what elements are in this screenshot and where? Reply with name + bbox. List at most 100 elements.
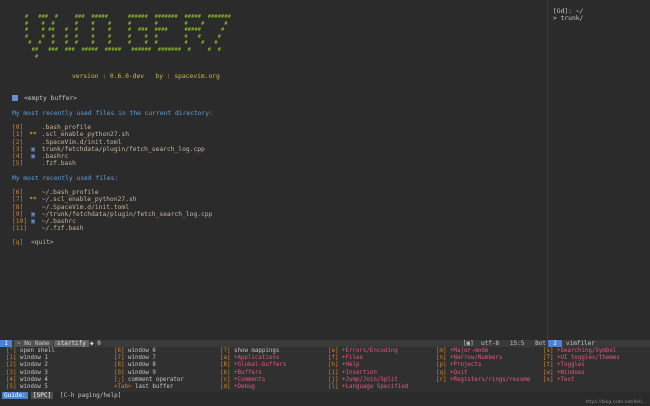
guide-item[interactable]: ["] open shell — [6, 348, 55, 355]
empty-buffer-label: <empty buffer> — [24, 95, 78, 102]
guide-item[interactable]: [9] window 9 — [114, 370, 184, 377]
guide-description: comment operator — [127, 376, 184, 383]
file-entry[interactable]: [2] .SpaceVim.d/init.toml — [12, 139, 205, 146]
file-type-icon: ** — [29, 196, 37, 204]
guide-description: window 3 — [19, 369, 48, 376]
guide-column: [?] show mappings [a] +Applications [B] +G… — [220, 348, 286, 391]
guide-key: [7] — [114, 355, 125, 362]
guide-description: window 1 — [19, 355, 48, 362]
guide-description: +Windows — [556, 369, 585, 376]
file-path: .fzf.bash — [41, 160, 76, 168]
file-info: [▣] utf-8 15:5 Bot — [462, 340, 546, 347]
file-path: .scl_enable_python27.sh — [41, 131, 129, 139]
guide-item[interactable]: [x] +Text — [543, 377, 620, 384]
guide-description: +Help — [341, 362, 360, 369]
guide-leader-key: [SPC] — [31, 392, 54, 399]
guide-item[interactable]: [b] +Buffers — [220, 370, 286, 377]
guide-item[interactable]: [1] window 1 — [6, 355, 55, 362]
guide-item[interactable]: [3] window 3 — [6, 370, 55, 377]
file-entry[interactable]: [0] .bash_profile — [12, 124, 205, 131]
file-entry[interactable]: [8] ~/.SpaceVim.d/init.toml — [12, 204, 212, 211]
empty-buffer-entry[interactable]: <empty buffer> — [12, 95, 77, 102]
guide-key: [6] — [114, 348, 125, 354]
guide-key: ["] — [6, 348, 17, 354]
file-entry[interactable]: [10] ▣ ~/.bashrc — [12, 218, 212, 225]
file-path: ~/.SpaceVim.d/init.toml — [41, 203, 129, 211]
file-path: ~/.bashrc — [41, 218, 76, 225]
file-entry[interactable]: [4] ▣ .bashrc — [12, 153, 205, 160]
guide-key: [T] — [543, 355, 554, 362]
guide-item[interactable]: [e] +Errors/Encoding — [328, 348, 408, 355]
guide-column: [6] window 6 [7] window 7 [8] window 8 [9] … — [114, 348, 184, 391]
guide-item[interactable]: [w] +Windows — [543, 370, 620, 377]
guide-item[interactable]: [t] +Toggles — [543, 362, 620, 369]
dir-files-list: [0] .bash_profile [1] ** .scl_enable_pytho… — [12, 124, 205, 168]
dir-files-header: My most recently used files in the curre… — [12, 110, 213, 117]
guide-description: +Projects — [449, 362, 482, 369]
file-path: ~/.scl_enable_python27.sh — [41, 196, 137, 204]
guide-item[interactable]: [s] +Searching/Symbol — [543, 348, 620, 355]
file-path: trunk/fetchdata/plugin/fetch_search_log.… — [41, 145, 205, 153]
guide-item[interactable]: [7] window 7 — [114, 355, 184, 362]
guide-item[interactable]: [f] +Files — [328, 355, 408, 362]
guide-item[interactable]: [5] window 5 — [6, 384, 55, 391]
guide-item[interactable]: [6] window 6 — [114, 348, 184, 355]
guide-description: window 6 — [127, 348, 156, 354]
guide-item[interactable]: [?] show mappings — [220, 348, 286, 355]
guide-item[interactable]: [r] +Registers/rings/resume — [436, 377, 530, 384]
guide-item[interactable]: [2] window 2 — [6, 362, 55, 369]
vimfiler-window-number: 2 — [548, 340, 562, 347]
guide-key: [3] — [6, 369, 17, 376]
guide-item[interactable]: [;] comment operator — [114, 377, 184, 384]
file-path: .bashrc — [41, 153, 69, 160]
file-entry[interactable]: [1] ** .scl_enable_python27.sh — [12, 131, 205, 138]
guide-item[interactable]: [q] +Quit — [436, 370, 530, 377]
guide-item[interactable]: [B] +Global-buffers — [220, 362, 286, 369]
guide-item[interactable]: [p] +Projects — [436, 362, 530, 369]
file-entry[interactable]: [5] .fzf.bash — [12, 160, 205, 167]
guide-column: ["] open shell [1] window 1 [2] window 2 [3… — [6, 348, 55, 391]
file-entry[interactable]: [3] ▣ trunk/fetchdata/plugin/fetch_search… — [12, 146, 205, 153]
file-entry[interactable]: [7] ** ~/.scl_enable_python27.sh — [12, 196, 212, 203]
guide-key: [l] — [328, 383, 339, 390]
guide-key: [m] — [436, 348, 447, 354]
guide-key: [d] — [220, 383, 231, 390]
terminal-window: # ### # ### ##### ###### ####### ##### #… — [0, 0, 650, 406]
guide-description: +Narrow/Numbers — [449, 355, 503, 362]
guide-description: +Comments — [233, 376, 266, 383]
guide-description: window 9 — [127, 369, 156, 376]
file-entry[interactable]: [11] ~/.fzf.bash — [12, 225, 212, 232]
quit-entry[interactable]: [q] <quit> — [12, 239, 54, 246]
guide-key: [?] — [220, 348, 231, 354]
guide-item[interactable]: [j] +Jump/Join/Split — [328, 377, 408, 384]
file-entry[interactable]: [9] ▣ ~/trunk/fetchdata/plugin/fetch_sear… — [12, 211, 212, 218]
guide-description: +Errors/Encoding — [341, 348, 398, 354]
guide-item[interactable]: [4] window 4 — [6, 377, 55, 384]
file-type-icon: ▣ — [31, 210, 35, 218]
guide-item[interactable]: [a] +Applications — [220, 355, 286, 362]
guide-key: [1] — [6, 355, 17, 362]
guide-description: window 8 — [127, 362, 156, 369]
guide-item[interactable]: [m] +Major-mode — [436, 348, 530, 355]
guide-item[interactable]: [d] +Debug — [220, 384, 286, 391]
guide-description: +Applications — [233, 355, 280, 362]
vimfiler-path: [Gd]: ~/ — [553, 8, 584, 15]
file-type-icon: ▣ — [31, 145, 35, 153]
guide-item[interactable]: [T] +UI toggles/themes — [543, 355, 620, 362]
guide-description: +Insertion — [341, 369, 377, 376]
guide-item[interactable]: [8] window 8 — [114, 362, 184, 369]
vimfiler-dir-trunk[interactable]: > trunk/ — [553, 15, 583, 22]
spacevim-logo: # ### # ### ##### ###### ####### ##### #… — [24, 14, 232, 60]
guide-item[interactable]: [n] +Narrow/Numbers — [436, 355, 530, 362]
guide-item[interactable]: [i] +Insertion — [328, 370, 408, 377]
guide-key: [n] — [436, 355, 447, 362]
guide-key: [e] — [328, 348, 339, 354]
guide-hint: [C-h paging/help] — [60, 392, 122, 399]
guide-key: [9] — [114, 369, 125, 376]
guide-item[interactable]: [l] +Language Specified — [328, 384, 408, 391]
guide-item[interactable]: [c] +Comments — [220, 377, 286, 384]
guide-item[interactable]: [h] +Help — [328, 362, 408, 369]
guide-item[interactable]: <Tab> last buffer — [114, 384, 184, 391]
vimfiler-name: vimfiler — [566, 340, 595, 347]
file-entry[interactable]: [6] ~/.bash_profile — [12, 189, 212, 196]
